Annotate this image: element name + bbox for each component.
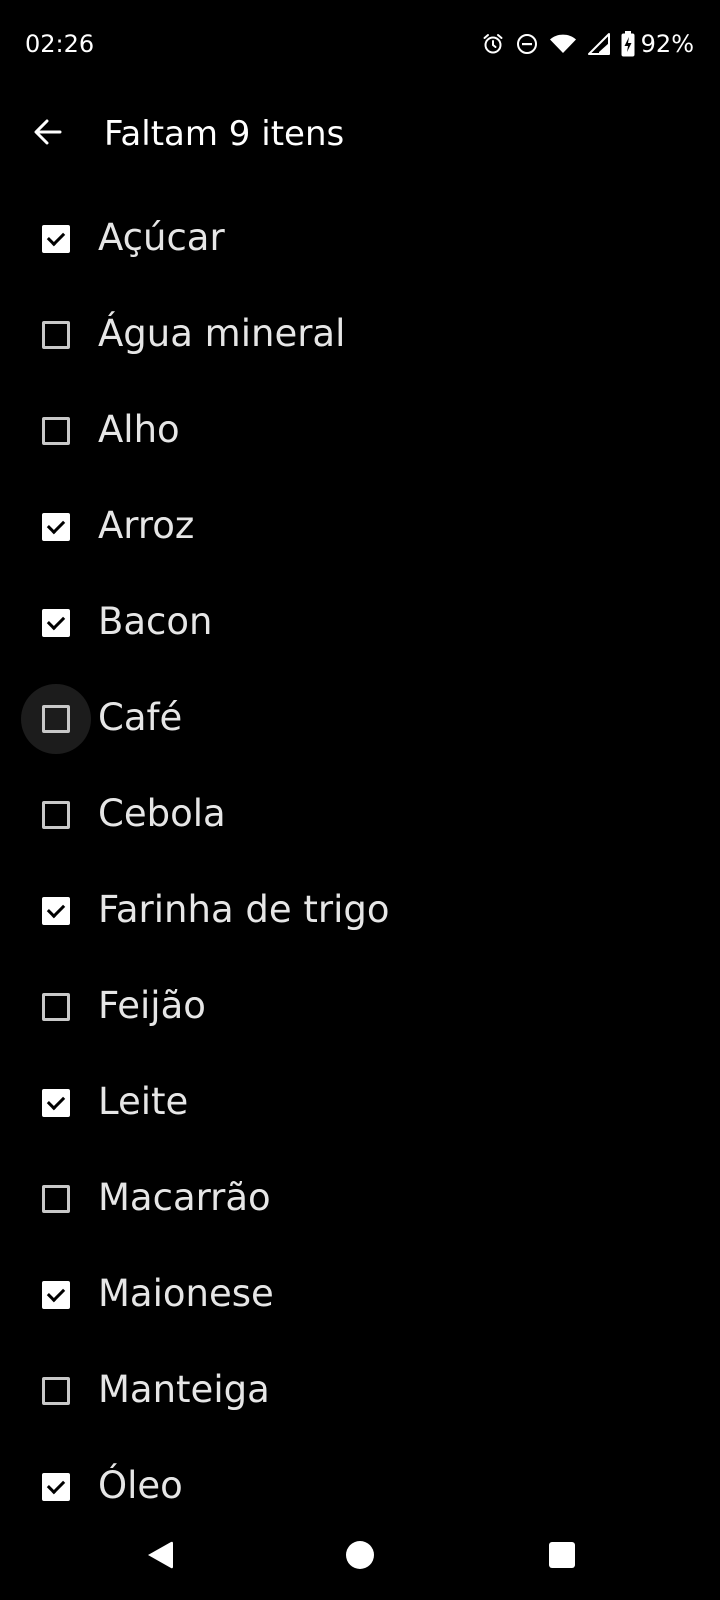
item-checkbox-container[interactable]	[21, 300, 91, 370]
item-checkbox-container[interactable]	[21, 1164, 91, 1234]
item-label: Maionese	[98, 1272, 274, 1315]
list-item[interactable]: Maionese	[0, 1246, 720, 1344]
item-label: Óleo	[98, 1464, 183, 1507]
item-label: Manteiga	[98, 1368, 270, 1411]
checkbox-checked[interactable]	[42, 1281, 70, 1309]
list-item[interactable]: Arroz	[0, 478, 720, 576]
do-not-disturb-icon	[515, 32, 539, 56]
checkbox-unchecked[interactable]	[42, 705, 70, 733]
list-item[interactable]: Cebola	[0, 766, 720, 864]
nav-back-button[interactable]	[130, 1527, 190, 1587]
battery-charging-icon	[621, 31, 635, 57]
item-checkbox-container[interactable]	[21, 204, 91, 274]
list-item[interactable]: Alho	[0, 382, 720, 480]
nav-home-button[interactable]	[330, 1527, 390, 1587]
item-checkbox-container[interactable]	[21, 396, 91, 466]
wifi-icon	[549, 32, 577, 56]
item-label: Café	[98, 696, 183, 739]
back-button[interactable]	[20, 106, 76, 162]
list-item[interactable]: Macarrão	[0, 1150, 720, 1248]
back-triangle-icon	[145, 1539, 175, 1575]
item-label: Cebola	[98, 792, 226, 835]
item-checkbox-container[interactable]	[21, 492, 91, 562]
recents-square-icon	[548, 1541, 576, 1573]
item-checkbox-container[interactable]	[21, 1260, 91, 1330]
cellular-signal-icon	[587, 32, 611, 56]
checkbox-unchecked[interactable]	[42, 1185, 70, 1213]
list-item[interactable]: Leite	[0, 1054, 720, 1152]
item-label: Água mineral	[98, 312, 346, 355]
nav-recents-button[interactable]	[532, 1527, 592, 1587]
checkbox-unchecked[interactable]	[42, 321, 70, 349]
item-checkbox-container[interactable]	[21, 1356, 91, 1426]
item-checkbox-container[interactable]	[21, 876, 91, 946]
checkbox-checked[interactable]	[42, 1473, 70, 1501]
list-item[interactable]: Açúcar	[0, 190, 720, 288]
item-checkbox-container[interactable]	[21, 588, 91, 658]
item-label: Arroz	[98, 504, 195, 547]
list-item[interactable]: Manteiga	[0, 1342, 720, 1440]
battery-percentage: 92%	[640, 30, 694, 58]
app-bar: Faltam 9 itens	[0, 88, 720, 180]
item-label: Açúcar	[98, 216, 225, 259]
list-item[interactable]: Bacon	[0, 574, 720, 672]
checkbox-checked[interactable]	[42, 609, 70, 637]
checkbox-checked[interactable]	[42, 897, 70, 925]
checkbox-checked[interactable]	[42, 513, 70, 541]
checkbox-unchecked[interactable]	[42, 801, 70, 829]
item-checkbox-container[interactable]	[21, 1068, 91, 1138]
list-item[interactable]: Café	[0, 670, 720, 768]
item-label: Farinha de trigo	[98, 888, 390, 931]
item-checkbox-container[interactable]	[21, 1452, 91, 1515]
item-label: Macarrão	[98, 1176, 271, 1219]
item-label: Bacon	[98, 600, 213, 643]
list-item[interactable]: Água mineral	[0, 286, 720, 384]
alarm-icon	[481, 32, 505, 56]
list-item[interactable]: Feijão	[0, 958, 720, 1056]
shopping-list[interactable]: Açúcar Água mineral Alho Arroz Bacon Café Cebo…	[0, 190, 720, 1515]
item-checkbox-container[interactable]	[21, 684, 91, 754]
status-time: 02:26	[25, 30, 95, 58]
checkbox-checked[interactable]	[42, 225, 70, 253]
navigation-bar	[0, 1515, 720, 1600]
checkbox-checked[interactable]	[42, 1089, 70, 1117]
checkbox-unchecked[interactable]	[42, 417, 70, 445]
page-title: Faltam 9 itens	[104, 114, 345, 154]
home-circle-icon	[345, 1540, 375, 1574]
checkbox-unchecked[interactable]	[42, 993, 70, 1021]
list-item[interactable]: Farinha de trigo	[0, 862, 720, 960]
arrow-left-icon	[32, 116, 64, 152]
status-icons: 92%	[481, 28, 694, 60]
list-item[interactable]: Óleo	[0, 1438, 720, 1515]
item-label: Feijão	[98, 984, 206, 1027]
item-label: Alho	[98, 408, 180, 451]
item-checkbox-container[interactable]	[21, 780, 91, 850]
item-label: Leite	[98, 1080, 189, 1123]
status-bar: 02:26 92%	[0, 0, 720, 88]
checkbox-unchecked[interactable]	[42, 1377, 70, 1405]
item-checkbox-container[interactable]	[21, 972, 91, 1042]
